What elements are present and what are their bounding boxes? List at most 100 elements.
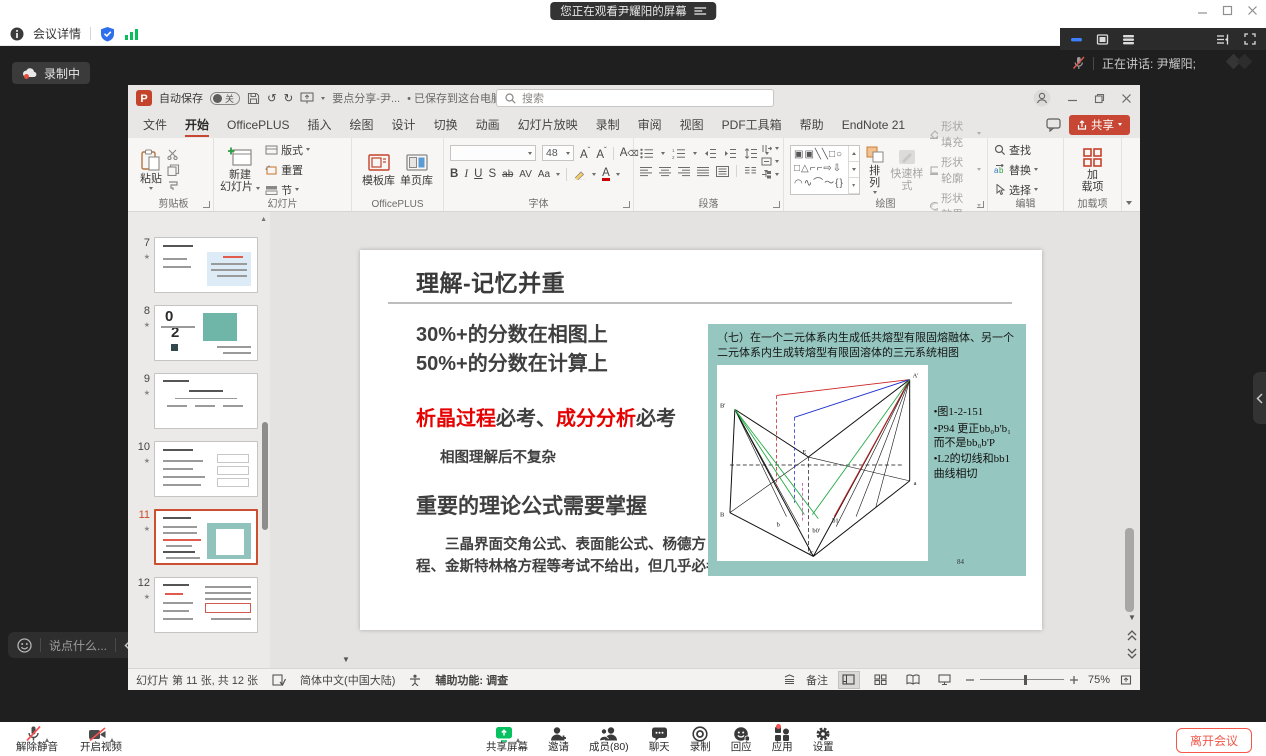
highlight-pen-icon[interactable]	[573, 168, 586, 180]
reset-button[interactable]: 重置	[265, 162, 310, 178]
normal-view-button[interactable]	[838, 671, 860, 689]
font-dialog-launcher[interactable]	[623, 201, 630, 208]
replace-button[interactable]: ab替换	[994, 162, 1038, 178]
share-button[interactable]: 共享	[1069, 115, 1130, 135]
cut-icon[interactable]	[167, 149, 180, 160]
os-minimize-icon[interactable]	[1197, 5, 1208, 16]
addins-button[interactable]: 加载项	[1082, 147, 1104, 193]
info-icon[interactable]	[10, 27, 24, 41]
bold-icon[interactable]: B	[450, 168, 458, 180]
thumb-scrollbar[interactable]	[262, 422, 268, 530]
bullets-icon[interactable]	[640, 148, 654, 159]
tab-file[interactable]: 文件	[134, 111, 176, 138]
zoom-percent[interactable]: 75%	[1088, 674, 1110, 686]
chat-button[interactable]: 聊天	[649, 724, 670, 753]
tab-endnote[interactable]: EndNote 21	[833, 111, 914, 138]
leave-meeting-button[interactable]: 离开会议	[1176, 728, 1252, 753]
settings-button[interactable]: 设置	[813, 724, 834, 753]
align-right-icon[interactable]	[678, 166, 690, 177]
notes-toggle[interactable]: 备注	[806, 672, 828, 688]
apps-button[interactable]: 应用	[772, 724, 793, 753]
align-text-button[interactable]	[761, 157, 779, 166]
fullscreen-icon[interactable]	[1244, 33, 1256, 45]
undo-icon[interactable]: ↺	[267, 91, 277, 105]
record-button[interactable]: 录制	[690, 724, 711, 753]
decrease-indent-icon[interactable]	[704, 148, 717, 159]
drawing-dialog-launcher[interactable]	[977, 201, 984, 208]
ppt-restore-icon[interactable]	[1094, 93, 1105, 104]
slide-thumbnail[interactable]	[154, 441, 258, 497]
increase-indent-icon[interactable]	[724, 148, 737, 159]
shapes-row[interactable]: □△⌐⌐⇨⇩	[794, 162, 845, 177]
tab-animations[interactable]: 动画	[467, 111, 509, 138]
tab-insert[interactable]: 插入	[299, 111, 341, 138]
paragraph-dialog-launcher[interactable]	[773, 201, 780, 208]
justify-icon[interactable]	[697, 166, 709, 177]
shapes-scroll-down[interactable]	[849, 162, 859, 178]
font-size-combo[interactable]: 48	[542, 145, 574, 161]
strikethrough-icon[interactable]: ab	[502, 169, 513, 180]
slideshow-from-start-icon[interactable]	[300, 92, 314, 104]
copy-icon[interactable]	[167, 164, 180, 176]
shapes-scrollbar[interactable]: ▾	[848, 146, 859, 194]
reading-view-button[interactable]	[902, 671, 924, 689]
reactions-button[interactable]: 回应	[731, 724, 752, 753]
zoom-in-icon[interactable]	[1070, 676, 1078, 684]
autosave-toggle[interactable]: 关	[210, 92, 240, 105]
ppt-minimize-icon[interactable]	[1067, 93, 1078, 104]
meeting-details-link[interactable]: 会议详情	[33, 25, 81, 42]
collapse-panel-icon[interactable]	[1216, 33, 1231, 46]
tab-view[interactable]: 视图	[671, 111, 713, 138]
tab-pdf-tools[interactable]: PDF工具箱	[713, 111, 791, 138]
banner-menu-icon[interactable]	[694, 6, 706, 16]
security-shield-icon[interactable]	[100, 26, 115, 42]
thumbnail-row-7[interactable]: 7★	[128, 237, 258, 293]
layout-button[interactable]: 版式	[265, 142, 310, 158]
canvas-scrollbar-thumb[interactable]	[1125, 528, 1134, 612]
shapes-row[interactable]: ◠∿⌒〜{}	[794, 177, 845, 192]
thumbnail-row-11-selected[interactable]: 11★	[128, 509, 258, 565]
emoji-icon[interactable]	[17, 638, 32, 653]
slide-thumbnail[interactable]	[154, 237, 258, 293]
thumbnail-row-10[interactable]: 10★	[128, 441, 258, 497]
tab-transitions[interactable]: 切换	[425, 111, 467, 138]
unmute-button[interactable]: 解除静音	[16, 724, 58, 753]
search-input[interactable]: 搜索	[496, 89, 774, 107]
invite-button[interactable]: 邀请	[548, 724, 569, 753]
smartart-button[interactable]	[761, 170, 779, 179]
account-avatar-icon[interactable]	[1033, 89, 1051, 107]
redo-icon[interactable]: ↻	[284, 91, 294, 105]
tab-home[interactable]: 开始	[176, 111, 218, 138]
network-signal-icon[interactable]	[124, 27, 139, 40]
find-button[interactable]: 查找	[994, 142, 1038, 158]
grow-font-icon[interactable]: Aˆ	[580, 146, 590, 161]
distribute-icon[interactable]	[716, 166, 729, 177]
underline-icon[interactable]: U	[474, 168, 482, 180]
clipboard-dialog-launcher[interactable]	[203, 201, 210, 208]
shapes-gallery[interactable]: ▣▣╲╲□○ □△⌐⌐⇨⇩ ◠∿⌒〜{} ▾	[790, 145, 860, 195]
language-status[interactable]: 简体中文(中国大陆)	[300, 672, 395, 688]
start-video-button[interactable]: 开启视频	[80, 724, 122, 753]
ppt-close-icon[interactable]	[1121, 93, 1132, 104]
char-spacing-icon[interactable]: AV	[519, 169, 532, 180]
columns-icon[interactable]	[744, 166, 757, 177]
slide-thumbnail[interactable]: 0 2	[154, 305, 258, 361]
qat-dropdown-caret[interactable]	[321, 97, 325, 100]
text-direction-button[interactable]	[761, 144, 779, 153]
current-slide[interactable]: 理解-记忆并重 30%+的分数在相图上 50%+的分数在计算上 析晶过程必考、成…	[360, 250, 1042, 630]
paste-button[interactable]: 粘贴	[140, 149, 162, 190]
thumbnail-row-8[interactable]: 8★ 0 2	[128, 305, 258, 361]
thumbnail-row-12[interactable]: 12★	[128, 577, 258, 633]
chat-placeholder[interactable]: 说点什么...	[49, 637, 107, 654]
slide-sorter-view-button[interactable]	[870, 671, 892, 689]
tab-review[interactable]: 审阅	[629, 111, 671, 138]
shapes-scroll-up[interactable]	[849, 146, 859, 162]
numbering-icon[interactable]: 12	[672, 148, 686, 159]
italic-icon[interactable]: I	[464, 168, 468, 180]
zoom-out-icon[interactable]	[966, 676, 974, 684]
tab-help[interactable]: 帮助	[791, 111, 833, 138]
arrange-button[interactable]: 排列	[865, 145, 885, 194]
chat-quick-input[interactable]: 说点什么...	[8, 632, 140, 658]
slideshow-view-button[interactable]	[934, 671, 956, 689]
tab-slideshow[interactable]: 幻灯片放映	[509, 111, 587, 138]
